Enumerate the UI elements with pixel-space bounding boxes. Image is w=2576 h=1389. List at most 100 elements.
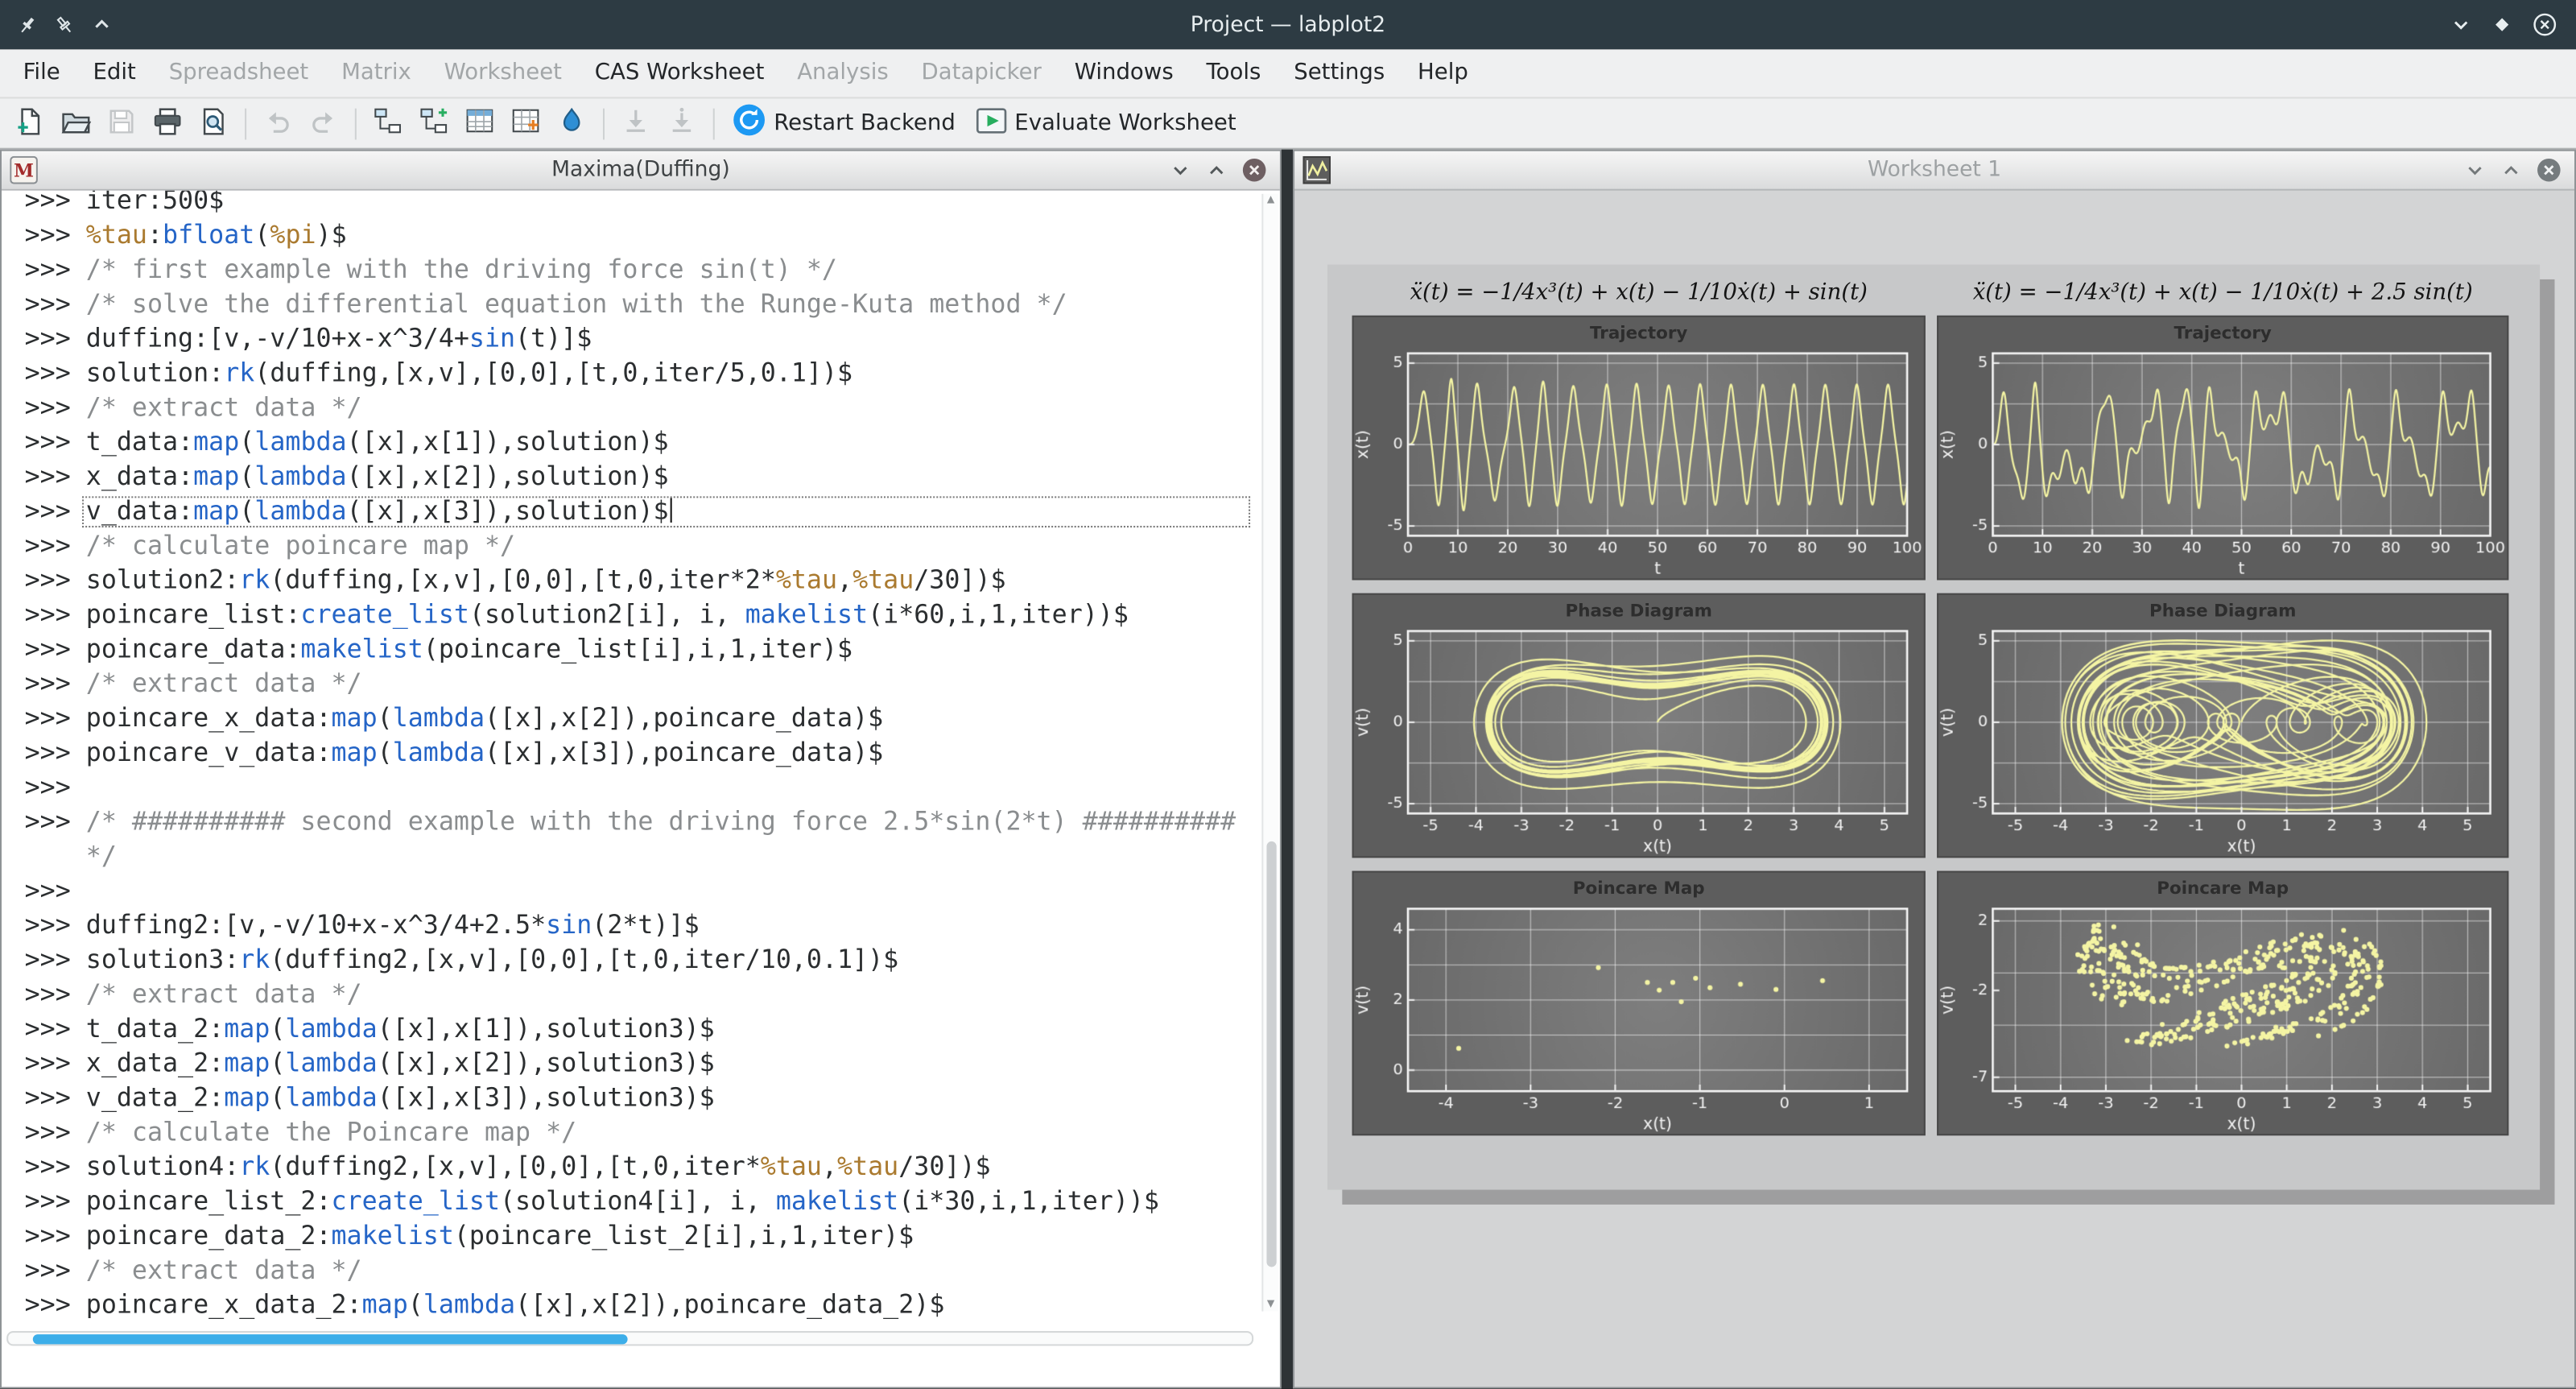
mdi-area: M Maxima(Duffing) >>> iter:500$>>> %tau:… <box>0 150 2576 1389</box>
open-project-button[interactable] <box>52 101 98 146</box>
print-preview-icon <box>199 106 229 141</box>
save-project-button[interactable] <box>98 101 144 146</box>
maxima-icon: M <box>10 156 38 184</box>
worksheet-page: ẍ(t) = −1/4x³(t) + x(t) − 1/10ẋ(t) + sin… <box>1327 265 2540 1190</box>
maximize-button[interactable] <box>2492 14 2512 34</box>
new-matrix-button[interactable] <box>502 101 548 146</box>
poincare-right-canvas <box>1938 903 2507 1134</box>
console-line[interactable]: >>> poincare_list_2:create_list(solution… <box>2 1184 1260 1219</box>
menu-cas-worksheet[interactable]: CAS Worksheet <box>578 49 780 97</box>
console-line[interactable]: >>> <box>2 874 1260 909</box>
console-line[interactable]: >>> duffing:[v,-v/10+x-x^3/4+sin(t)]$ <box>2 322 1260 357</box>
new-spreadsheet-button[interactable] <box>456 101 502 146</box>
cas-close-button[interactable] <box>1242 158 1267 183</box>
console-line[interactable]: >>> /* extract data */ <box>2 391 1260 426</box>
console-line[interactable]: >>> /* solve the differential equation w… <box>2 287 1260 322</box>
console-line[interactable]: >>> /* ########## second example with th… <box>2 805 1260 840</box>
console-line[interactable]: >>> poincare_data_2:makelist(poincare_li… <box>2 1219 1260 1254</box>
console-horizontal-scrollbar[interactable] <box>6 1331 1253 1346</box>
menu-settings[interactable]: Settings <box>1278 49 1402 97</box>
restart-backend-icon <box>733 104 766 143</box>
console-line[interactable]: >>> /* calculate the Poincare map */ <box>2 1116 1260 1151</box>
console-line[interactable]: >>> v_data:map(lambda([x],x[3]),solution… <box>2 494 1260 529</box>
console-line[interactable]: >>> solution:rk(duffing,[x,v],[0,0],[t,0… <box>2 357 1260 391</box>
horizontal-scroll-thumb[interactable] <box>33 1333 628 1343</box>
worksheet-restore-button[interactable] <box>2500 159 2522 181</box>
plot-poincare-left[interactable]: Poincare Map <box>1352 871 1926 1136</box>
worksheet-window: Worksheet 1 ẍ(t) = −1/4x³(t) + x(t) − 1/… <box>1293 150 2576 1389</box>
window-titlebar[interactable]: Project — labplot2 <box>0 0 2576 49</box>
console-line[interactable]: >>> duffing2:[v,-v/10+x-x^3/4+2.5*sin(2*… <box>2 909 1260 944</box>
restart-backend-button[interactable]: Restart Backend <box>723 101 965 146</box>
print-preview-button[interactable] <box>191 101 237 146</box>
console-line[interactable]: >>> %tau:bfloat(%pi)$ <box>2 218 1260 253</box>
worksheet-shade-button[interactable] <box>2464 159 2486 181</box>
scroll-down-icon[interactable]: ▼ <box>1263 1298 1278 1311</box>
maxima-console[interactable]: >>> iter:500$>>> %tau:bfloat(%pi)$>>> /*… <box>2 191 1280 1387</box>
new-document-icon <box>14 106 44 141</box>
cas-window-titlebar[interactable]: M Maxima(Duffing) <box>2 151 1280 191</box>
plot-poincare-right[interactable]: Poincare Map <box>1937 871 2508 1136</box>
console-line[interactable]: >>> /* calculate poincare map */ <box>2 529 1260 564</box>
new-folder-button[interactable] <box>365 101 411 146</box>
evaluate-worksheet-button[interactable]: Evaluate Worksheet <box>965 101 1246 146</box>
jump-first-button[interactable] <box>613 101 658 146</box>
console-line[interactable]: >>> poincare_v_data:map(lambda([x],x[3])… <box>2 736 1260 771</box>
new-workbook-button[interactable] <box>411 101 456 146</box>
console-line[interactable]: >>> /* extract data */ <box>2 978 1260 1012</box>
poincare-left-canvas <box>1354 903 1924 1134</box>
print-button[interactable] <box>145 101 191 146</box>
keep-above-icon[interactable] <box>92 14 111 34</box>
menu-windows[interactable]: Windows <box>1058 49 1190 97</box>
plot-phase-left[interactable]: Phase Diagram <box>1352 593 1926 858</box>
console-line[interactable]: >>> t_data_2:map(lambda([x],x[1]),soluti… <box>2 1012 1260 1047</box>
console-line[interactable]: >>> poincare_list:create_list(solution2[… <box>2 598 1260 633</box>
syntax-highlight-button[interactable] <box>549 101 595 146</box>
menu-help[interactable]: Help <box>1402 49 1485 97</box>
worksheet-window-titlebar[interactable]: Worksheet 1 <box>1294 151 2574 191</box>
pin-alt-icon[interactable] <box>54 14 76 35</box>
vertical-scroll-thumb[interactable] <box>1265 842 1275 1267</box>
console-line[interactable]: >>> solution2:rk(duffing,[x,v],[0,0],[t,… <box>2 564 1260 598</box>
console-line[interactable]: >>> poincare_data:makelist(poincare_list… <box>2 633 1260 668</box>
console-vertical-scrollbar[interactable]: ▲ ▼ <box>1261 194 1278 1312</box>
worksheet-close-button[interactable] <box>2537 158 2562 183</box>
console-line[interactable]: >>> /* first example with the driving fo… <box>2 253 1260 287</box>
svg-text:M: M <box>14 160 34 181</box>
pin-icon[interactable] <box>16 14 38 35</box>
console-line[interactable]: >>> <box>2 771 1260 805</box>
console-line[interactable]: >>> t_data:map(lambda([x],x[1]),solution… <box>2 426 1260 461</box>
console-line[interactable]: >>> x_data:map(lambda([x],x[2]),solution… <box>2 460 1260 494</box>
equation-row: ẍ(t) = −1/4x³(t) + x(t) − 1/10ẋ(t) + sin… <box>1327 265 2540 316</box>
plot-trajectory-right[interactable]: Trajectory <box>1937 316 2508 581</box>
scroll-up-icon[interactable]: ▲ <box>1263 194 1278 207</box>
console-line[interactable]: >>> poincare_x_data_2:map(lambda([x],x[2… <box>2 1288 1260 1323</box>
cas-restore-button[interactable] <box>1206 159 1228 181</box>
console-line[interactable]: >>> solution4:rk(duffing2,[x,v],[0,0],[t… <box>2 1151 1260 1185</box>
console-line[interactable]: >>> iter:500$ <box>2 191 1260 219</box>
console-line[interactable]: */ <box>2 840 1260 874</box>
tree-plus-icon <box>419 106 448 141</box>
menu-tools[interactable]: Tools <box>1190 49 1278 97</box>
equation-title-right: ẍ(t) = −1/4x³(t) + x(t) − 1/10ẋ(t) + 2.5… <box>1937 279 2508 306</box>
plot-trajectory-left[interactable]: Trajectory <box>1352 316 1926 581</box>
close-button[interactable] <box>2533 13 2557 36</box>
console-line[interactable]: >>> solution3:rk(duffing2,[x,v],[0,0],[t… <box>2 943 1260 978</box>
console-line[interactable]: >>> v_data_2:map(lambda([x],x[3]),soluti… <box>2 1081 1260 1116</box>
undo-button[interactable] <box>254 101 300 146</box>
cas-shade-button[interactable] <box>1170 159 1191 181</box>
worksheet-window-title: Worksheet 1 <box>1294 158 2574 183</box>
menu-edit[interactable]: Edit <box>76 49 152 97</box>
console-line[interactable]: >>> /* extract data */ <box>2 668 1260 702</box>
droplet-icon <box>559 107 585 140</box>
console-line[interactable]: >>> /* extract data */ <box>2 1254 1260 1288</box>
redo-button[interactable] <box>300 101 346 146</box>
minimize-button[interactable] <box>2451 14 2471 34</box>
jump-last-button[interactable] <box>658 101 704 146</box>
console-line[interactable]: >>> x_data_2:map(lambda([x],x[2]),soluti… <box>2 1047 1260 1081</box>
menu-file[interactable]: File <box>6 49 76 97</box>
plot-phase-right[interactable]: Phase Diagram <box>1937 593 2508 858</box>
new-project-button[interactable] <box>6 101 52 146</box>
worksheet-view[interactable]: ẍ(t) = −1/4x³(t) + x(t) − 1/10ẋ(t) + sin… <box>1294 191 2574 1387</box>
console-line[interactable]: >>> poincare_x_data:map(lambda([x],x[2])… <box>2 701 1260 736</box>
